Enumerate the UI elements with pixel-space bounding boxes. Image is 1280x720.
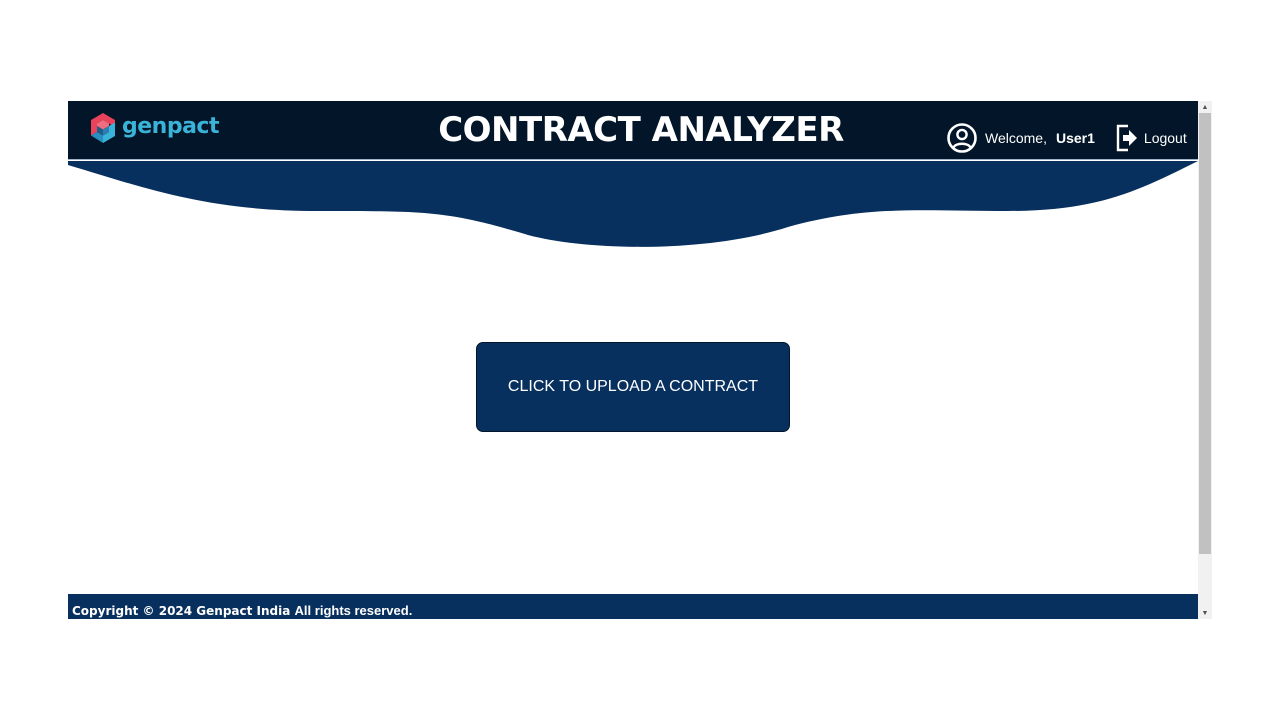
- rights-text: All rights reserved.: [294, 603, 413, 618]
- vertical-scrollbar[interactable]: ▲ ▼: [1198, 101, 1212, 619]
- logout-label: Logout: [1143, 130, 1187, 146]
- welcome-label: Welcome,: [985, 130, 1047, 146]
- scroll-up-arrow-icon[interactable]: ▲: [1198, 101, 1212, 113]
- logout-icon: [1116, 124, 1137, 152]
- logout-button[interactable]: Logout: [1115, 124, 1187, 152]
- user-area: Welcome, User1 Logout: [946, 122, 1187, 154]
- app-window: genpact CONTRACT ANALYZER Welcome, User1…: [68, 101, 1212, 619]
- username-label: User1: [1055, 130, 1095, 146]
- footer: Copyright © 2024 Genpact India All right…: [68, 594, 1198, 619]
- copyright-text: Copyright © 2024 Genpact India: [72, 604, 291, 618]
- user-circle-icon: [947, 123, 977, 153]
- scrollbar-thumb[interactable]: [1199, 113, 1211, 554]
- scroll-down-arrow-icon[interactable]: ▼: [1198, 607, 1212, 619]
- upload-contract-button[interactable]: CLICK TO UPLOAD A CONTRACT: [476, 342, 790, 432]
- page-content: genpact CONTRACT ANALYZER Welcome, User1…: [68, 101, 1198, 619]
- header-bar: genpact CONTRACT ANALYZER Welcome, User1…: [68, 101, 1198, 160]
- header-wave-decoration: [68, 161, 1198, 247]
